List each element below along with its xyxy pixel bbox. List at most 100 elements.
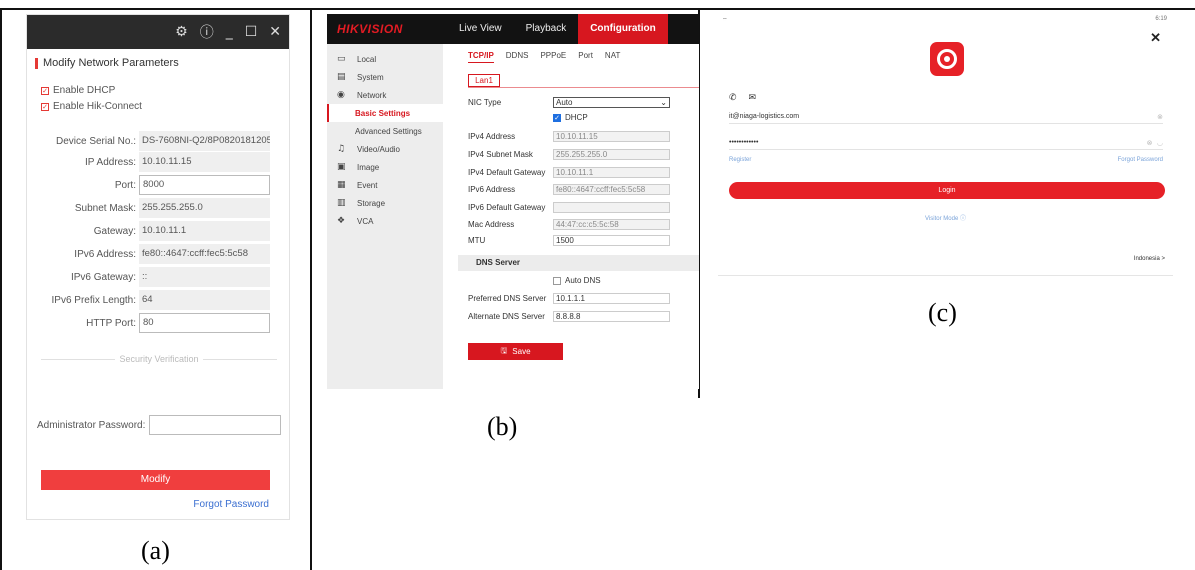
sidebar-item-image[interactable]: ▣ Image	[327, 158, 443, 176]
checkmark-icon: ✓	[553, 113, 561, 122]
checkbox-label: DHCP	[565, 113, 588, 122]
tab-configuration[interactable]: Configuration	[578, 14, 668, 44]
ipv4-subnet-row: IPv4 Subnet Mask 255.255.255.0	[468, 148, 670, 160]
tab-lan1[interactable]: Lan1	[468, 74, 500, 87]
checkbox-label: Enable Hik-Connect	[53, 101, 142, 112]
admin-password-input[interactable]	[149, 415, 282, 435]
checkbox-label: Enable DHCP	[53, 85, 116, 96]
visitor-mode-link[interactable]: Visitor Mode ⓘ	[718, 213, 1173, 222]
ip-address-value: 10.10.11.15	[139, 152, 270, 172]
settings-icon[interactable]: ⚙	[175, 24, 188, 40]
alternate-dns-row: Alternate DNS Server 8.8.8.8	[468, 310, 670, 322]
sidebar-item-system[interactable]: ▤ System	[327, 68, 443, 86]
field-label: IPv4 Address	[468, 131, 516, 141]
ipv4-address-value: 10.10.11.15	[553, 130, 670, 142]
save-button[interactable]: 🖫 Save	[468, 343, 563, 360]
field-label: IPv6 Address:	[74, 248, 136, 260]
page-title: Modify Network Parameters	[35, 57, 179, 69]
sidebar-label: Image	[357, 162, 380, 172]
sidebar-item-event[interactable]: ▦ Event	[327, 176, 443, 194]
image-icon: ▣	[337, 162, 346, 172]
email-icon[interactable]: ✉	[749, 93, 757, 103]
calendar-icon: ▦	[337, 180, 346, 190]
close-icon[interactable]: ✕	[269, 24, 281, 40]
mtu-input[interactable]: 1500	[553, 234, 670, 246]
sidebar-item-advanced-settings[interactable]: Advanced Settings	[327, 122, 443, 140]
divider-text: Security Verification	[119, 354, 199, 364]
phone-icon[interactable]: ✆	[729, 93, 737, 103]
minimize-icon[interactable]: _	[226, 24, 233, 40]
field-label: IPv4 Default Gateway	[468, 167, 546, 177]
sidebar-item-video-audio[interactable]: ♫ Video/Audio	[327, 140, 443, 158]
system-icon: ▤	[337, 72, 346, 82]
checkmark-icon: ✓	[41, 102, 49, 111]
mtu-row: MTU 1500	[468, 234, 670, 246]
ipv6-gateway-row: IPv6 Gateway: ::	[27, 267, 289, 287]
clear-icon[interactable]: ⊗	[1157, 113, 1163, 121]
wifi-icon: ⌔	[722, 18, 728, 24]
maximize-icon[interactable]: ☐	[245, 24, 258, 40]
http-port-input[interactable]: 80	[139, 313, 270, 333]
tab-port[interactable]: Port	[578, 51, 593, 63]
auto-dns-checkbox[interactable]: Auto DNS	[553, 276, 601, 285]
sidebar-item-storage[interactable]: ▥ Storage	[327, 194, 443, 212]
caption-a: (a)	[141, 536, 170, 565]
security-divider: Security Verification	[41, 353, 278, 365]
clear-icon[interactable]: ⊗	[1147, 139, 1153, 147]
enable-hik-connect-checkbox[interactable]: ✓ Enable Hik-Connect	[41, 101, 142, 112]
dns-server-heading: DNS Server	[458, 255, 699, 271]
port-input[interactable]: 8000	[139, 175, 270, 195]
monitor-icon: ▭	[337, 54, 346, 64]
tab-ddns[interactable]: DDNS	[506, 51, 529, 63]
nic-type-select[interactable]: Auto ⌄	[553, 96, 670, 108]
preferred-dns-input[interactable]: 10.1.1.1	[553, 292, 670, 304]
tab-live-view[interactable]: Live View	[447, 14, 514, 44]
login-button[interactable]: Login	[729, 182, 1165, 199]
lan-tab-underline	[468, 87, 699, 88]
caption-c: (c)	[928, 298, 957, 327]
hide-password-icon[interactable]: ◡	[1157, 139, 1163, 147]
ipv6-prefix-row: IPv6 Prefix Length: 64	[27, 290, 289, 310]
tab-tcp-ip[interactable]: TCP/IP	[468, 51, 494, 63]
password-field[interactable]: •••••••••••• ⊗ ◡	[729, 136, 1163, 150]
divider-line	[41, 358, 116, 360]
device-serial-value: DS-7608NI-Q2/8P0820181205CCR	[139, 131, 270, 151]
enable-dhcp-checkbox[interactable]: ✓ Enable DHCP	[41, 85, 115, 96]
frame-top-line	[0, 8, 1195, 10]
sidebar-item-vca[interactable]: ❖ VCA	[327, 212, 443, 230]
alternate-dns-input[interactable]: 8.8.8.8	[553, 310, 670, 322]
tab-nat[interactable]: NAT	[605, 51, 620, 63]
region-selector[interactable]: Indonesia >	[1134, 256, 1165, 262]
dhcp-checkbox[interactable]: ✓ DHCP	[553, 113, 588, 122]
http-port-row: HTTP Port: 80	[27, 313, 289, 333]
auth-links: Register Forgot Password	[729, 157, 1163, 163]
field-label: Device Serial No.:	[55, 135, 136, 147]
globe-icon: ◉	[337, 90, 345, 100]
register-link[interactable]: Register	[729, 157, 751, 163]
field-label: Subnet Mask:	[74, 202, 136, 214]
forgot-password-link[interactable]: Forgot Password	[1118, 157, 1163, 163]
sidebar-label: System	[357, 72, 384, 82]
sidebar-item-local[interactable]: ▭ Local	[327, 50, 443, 68]
divider-line	[202, 358, 278, 360]
field-label: IPv4 Subnet Mask	[468, 149, 533, 159]
chevron-down-icon: ⌄	[660, 97, 667, 107]
panel-b-web-config: HIKVISION Live View Playback Configurati…	[327, 14, 699, 389]
forgot-password-link[interactable]: Forgot Password	[193, 499, 269, 510]
checkbox-empty-icon	[553, 276, 561, 285]
modify-button[interactable]: Modify	[41, 470, 270, 490]
ipv4-subnet-value: 255.255.255.0	[553, 148, 670, 160]
ipv6-address-value: fe80::4647:ccff:fec5:5c58	[139, 244, 270, 264]
camera-dot	[944, 56, 950, 62]
sidebar-item-network[interactable]: ◉ Network	[327, 86, 443, 104]
sidebar-label: Network	[357, 90, 387, 100]
gateway-value: 10.10.11.1	[139, 221, 270, 241]
sidebar-label: Storage	[357, 198, 386, 208]
subnet-mask-row: Subnet Mask: 255.255.255.0	[27, 198, 289, 218]
sidebar-item-basic-settings[interactable]: Basic Settings	[327, 104, 443, 122]
tab-playback[interactable]: Playback	[514, 14, 579, 44]
tab-pppoe[interactable]: PPPoE	[540, 51, 566, 63]
close-icon[interactable]: ✕	[1150, 30, 1161, 46]
email-field[interactable]: it@niaga-logistics.com ⊗	[729, 110, 1163, 124]
info-icon[interactable]: ⓘ	[200, 22, 214, 42]
